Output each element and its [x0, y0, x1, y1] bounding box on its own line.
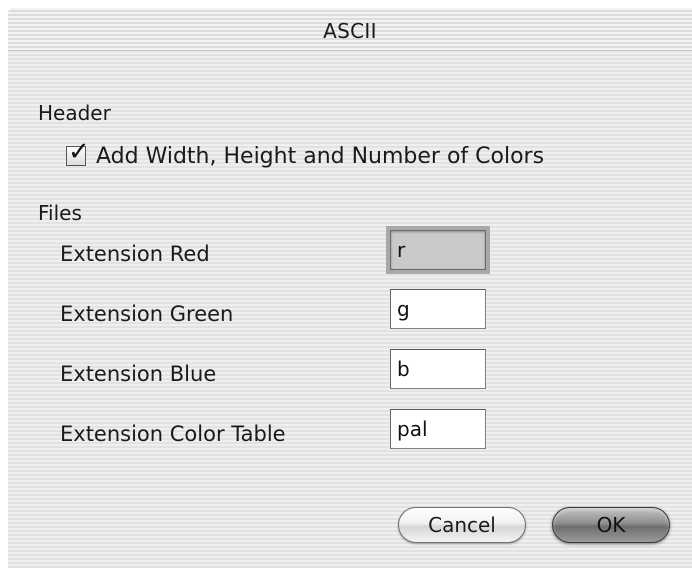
extension-green-field[interactable] — [390, 289, 486, 329]
checkmark-icon: ✓ — [68, 137, 90, 167]
add-dimensions-checkbox[interactable]: ✓ — [66, 139, 90, 166]
extension-color-table-label: Extension Color Table — [60, 422, 286, 446]
extension-red-field[interactable] — [390, 230, 486, 270]
files-section-label: Files — [38, 201, 82, 225]
title-bar[interactable]: ASCII — [8, 8, 692, 51]
header-section-label: Header — [38, 101, 111, 125]
window-title: ASCII — [323, 19, 377, 43]
extension-green-label: Extension Green — [60, 302, 234, 326]
extension-red-label: Extension Red — [60, 242, 210, 266]
cancel-button[interactable]: Cancel — [398, 507, 526, 543]
extension-color-table-field[interactable] — [390, 409, 486, 449]
add-dimensions-checkbox-label[interactable]: Add Width, Height and Number of Colors — [96, 144, 544, 169]
add-dimensions-checkbox-row[interactable]: ✓ Add Width, Height and Number of Colors — [66, 139, 544, 171]
ok-button[interactable]: OK — [552, 507, 670, 543]
ascii-dialog: ASCII Header ✓ Add Width, Height and Num… — [8, 8, 692, 568]
extension-blue-label: Extension Blue — [60, 362, 217, 386]
extension-blue-field[interactable] — [390, 349, 486, 389]
